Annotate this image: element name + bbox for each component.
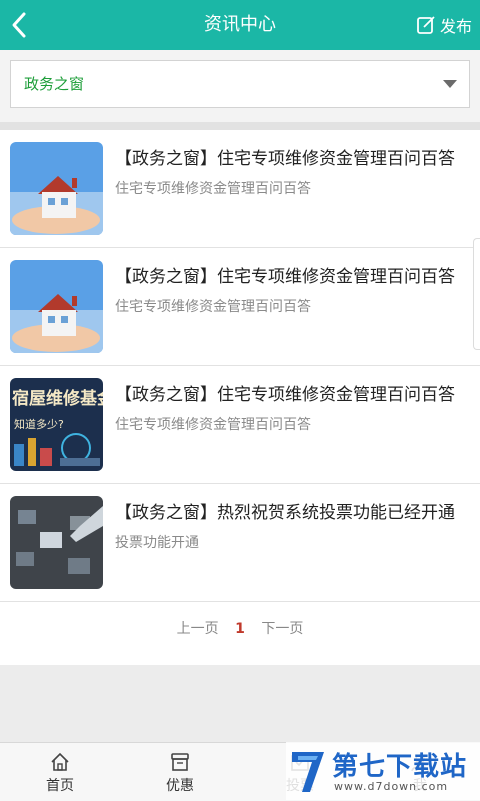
publish-button[interactable]: 发布: [416, 0, 472, 50]
watermark-brand: 第七下载站: [332, 752, 468, 782]
prev-page-link[interactable]: 上一页: [177, 618, 219, 638]
news-item[interactable]: 【政务之窗】住宅专项维修资金管理百问百答 住宅专项维修资金管理百问百答: [0, 248, 480, 366]
news-summary: 投票功能开通: [115, 535, 199, 551]
tab-offers[interactable]: 优惠: [120, 743, 240, 801]
house-on-hand-image: [10, 260, 103, 353]
news-item[interactable]: 【政务之窗】住宅专项维修资金管理百问百答 住宅专项维修资金管理百问百答: [0, 130, 480, 248]
pagination: 上一页 1 下一页: [0, 618, 480, 648]
news-item[interactable]: 宿屋维修基金 知道多少? 【政务之窗】住宅专项维修资金管理百问百答 住宅专项维修…: [0, 366, 480, 484]
divider: [0, 122, 480, 130]
category-select[interactable]: 政务之窗: [10, 60, 470, 108]
news-list: 【政务之窗】住宅专项维修资金管理百问百答 住宅专项维修资金管理百问百答 【政务之…: [0, 130, 480, 665]
filter-area: 政务之窗: [0, 50, 480, 122]
news-thumbnail: [10, 260, 103, 353]
news-title: 【政务之窗】住宅专项维修资金管理百问百答: [115, 385, 455, 405]
news-summary: 住宅专项维修资金管理百问百答: [115, 299, 311, 315]
watermark-logo-icon: [292, 752, 324, 792]
news-thumbnail: [10, 496, 103, 589]
current-page: 1: [235, 621, 245, 637]
news-title: 【政务之窗】热烈祝贺系统投票功能已经开通: [115, 503, 455, 523]
top-bar: 资讯中心 发布: [0, 0, 480, 50]
news-title: 【政务之窗】住宅专项维修资金管理百问百答: [115, 267, 455, 287]
home-icon: [51, 752, 69, 771]
poster-subheading: 知道多少?: [14, 417, 64, 431]
dropdown-arrow-icon: [443, 80, 457, 88]
news-title: 【政务之窗】住宅专项维修资金管理百问百答: [115, 149, 455, 169]
news-thumbnail: 宿屋维修基金 知道多少?: [10, 378, 103, 471]
tab-offers-label: 优惠: [166, 778, 194, 794]
news-summary: 住宅专项维修资金管理百问百答: [115, 181, 311, 197]
news-item[interactable]: 【政务之窗】热烈祝贺系统投票功能已经开通 投票功能开通: [0, 484, 480, 602]
page-title: 资讯中心: [204, 14, 276, 35]
house-on-hand-image: [10, 142, 103, 235]
touch-screen-image: [10, 496, 103, 589]
tab-home[interactable]: 首页: [0, 743, 120, 801]
shop-icon: [171, 753, 189, 771]
watermark-url: www.d7down.com: [334, 780, 449, 793]
tab-home-label: 首页: [46, 778, 74, 794]
side-scroll-handle[interactable]: [473, 238, 480, 350]
publish-label: 发布: [439, 17, 472, 36]
category-select-value: 政务之窗: [24, 75, 85, 93]
edit-icon: [417, 16, 435, 34]
site-watermark: 第七下载站 www.d7down.com: [286, 742, 480, 800]
maintenance-fund-poster-image: 宿屋维修基金 知道多少?: [10, 378, 103, 471]
news-thumbnail: [10, 142, 103, 235]
news-summary: 住宅专项维修资金管理百问百答: [115, 417, 311, 433]
next-page-link[interactable]: 下一页: [261, 618, 303, 638]
poster-heading: 宿屋维修基金: [12, 388, 103, 409]
